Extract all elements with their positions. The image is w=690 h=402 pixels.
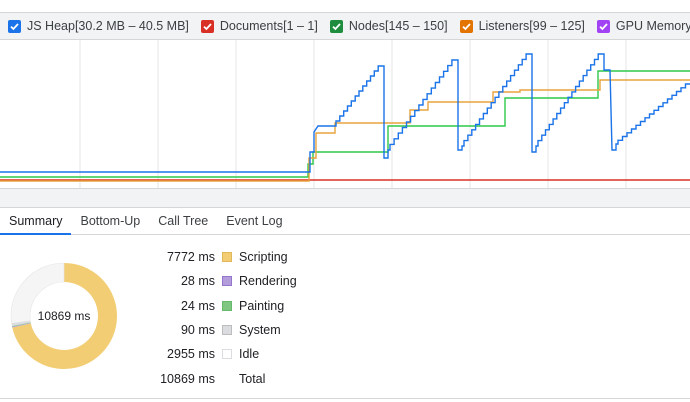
legend-label-nodes: Nodes[145 – 150] <box>348 19 448 33</box>
details-tabs: Summary Bottom-Up Call Tree Event Log <box>0 208 690 235</box>
summary-swatch-painting <box>222 300 232 311</box>
counters-graph[interactable] <box>0 40 690 189</box>
donut-total-label: 10869 ms <box>37 309 91 323</box>
summary-value: 2955 ms <box>167 347 215 362</box>
checkmark-icon <box>599 22 608 30</box>
summary-label: System <box>239 323 281 338</box>
summary-label: Rendering <box>239 274 297 289</box>
summary-row-system: 90 ms System <box>150 318 470 342</box>
legend-item-js-heap[interactable]: JS Heap[30.2 MB – 40.5 MB] <box>8 19 189 33</box>
checkmark-icon <box>10 22 19 30</box>
summary-swatch-rendering <box>222 276 232 287</box>
legend-checkbox-gpu-memory[interactable] <box>596 19 610 33</box>
checkmark-icon <box>332 22 341 30</box>
summary-value: 10869 ms <box>160 371 215 386</box>
legend-item-gpu-memory[interactable]: GPU Memory <box>596 19 690 33</box>
legend-checkbox-js-heap[interactable] <box>8 19 21 33</box>
summary-row-rendering: 28 ms Rendering <box>150 269 470 293</box>
summary-row-painting: 24 ms Painting <box>150 294 470 318</box>
summary-row-scripting: 7772 ms Scripting <box>150 245 470 269</box>
summary-label: Total <box>239 371 266 386</box>
legend-item-nodes[interactable]: Nodes[145 – 150] <box>329 19 448 33</box>
checkmark-icon <box>203 22 212 30</box>
summary-panel: 10869 ms 7772 ms Scripting 28 ms Rendering 2… <box>0 235 690 402</box>
listeners-line <box>0 79 690 182</box>
legend-label-js-heap: JS Heap[30.2 MB – 40.5 MB] <box>27 19 189 33</box>
legend-item-listeners[interactable]: Listeners[99 – 125] <box>459 19 585 33</box>
summary-rows: 7772 ms Scripting 28 ms Rendering 24 ms Paint… <box>150 245 470 391</box>
summary-label: Painting <box>239 298 285 313</box>
legend-label-gpu-memory: GPU Memory <box>615 19 690 33</box>
summary-swatch-system <box>222 325 232 336</box>
counters-graph-svg <box>0 40 690 188</box>
panel-splitter[interactable] <box>0 189 690 208</box>
summary-value: 28 ms <box>180 274 215 289</box>
summary-value: 90 ms <box>180 323 215 338</box>
nodes-line <box>0 70 690 178</box>
summary-swatch-scripting <box>222 252 232 263</box>
summary-value: 7772 ms <box>167 250 215 265</box>
summary-swatch-idle <box>222 349 232 360</box>
bottom-divider <box>0 398 690 399</box>
tab-summary[interactable]: Summary <box>0 208 72 235</box>
summary-label: Idle <box>239 347 260 362</box>
legend-checkbox-documents[interactable] <box>200 19 214 33</box>
legend-item-documents[interactable]: Documents[1 – 1] <box>200 19 318 33</box>
summary-row-idle: 2955 ms Idle <box>150 342 470 366</box>
js-heap-line <box>0 53 690 173</box>
summary-row-total: 10869 ms Total <box>150 366 470 390</box>
summary-swatch-total <box>222 374 232 384</box>
legend-label-documents: Documents[1 – 1] <box>219 19 318 33</box>
summary-value: 24 ms <box>180 298 215 313</box>
tab-event-log[interactable]: Event Log <box>217 208 291 234</box>
legend-label-listeners: Listeners[99 – 125] <box>478 19 585 33</box>
legend-checkbox-listeners[interactable] <box>459 19 473 33</box>
tab-call-tree[interactable]: Call Tree <box>149 208 217 234</box>
legend-checkbox-nodes[interactable] <box>329 19 343 33</box>
summary-label: Scripting <box>239 250 288 265</box>
counters-legend: JS Heap[30.2 MB – 40.5 MB] Documents[1 – … <box>0 13 690 40</box>
timeline-overview-strip[interactable] <box>0 0 690 13</box>
tab-bottom-up[interactable]: Bottom-Up <box>71 208 149 234</box>
checkmark-icon <box>461 22 471 30</box>
